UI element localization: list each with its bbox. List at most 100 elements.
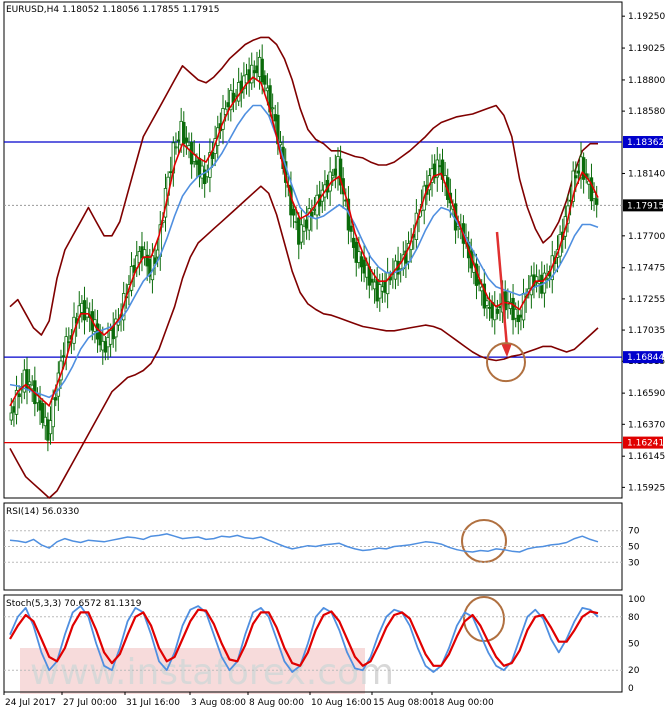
rsi-tick-label-1: 50 xyxy=(628,543,640,553)
candle-193 xyxy=(513,308,518,319)
rsi-header: RSI(14) 56.0330 xyxy=(6,507,79,517)
candle-143 xyxy=(383,280,387,293)
candle-108 xyxy=(291,208,296,216)
candle-36 xyxy=(103,341,108,353)
candle-113 xyxy=(304,219,309,229)
candle-123 xyxy=(331,175,335,179)
candle-29 xyxy=(85,307,89,318)
y-tick-label-10: 1.16590 xyxy=(628,389,665,399)
candle-13 xyxy=(43,416,47,427)
forecast-arrow-head xyxy=(501,343,512,358)
price-tag-label-0: 1.18362 xyxy=(627,138,664,148)
y-tick-label-11: 1.16370 xyxy=(628,420,665,430)
y-tick-label-12: 1.16145 xyxy=(628,452,665,462)
candle-38 xyxy=(108,330,113,345)
candle-217 xyxy=(576,170,581,174)
candle-224 xyxy=(594,198,599,205)
candle-95 xyxy=(257,56,262,77)
bollinger-upper xyxy=(9,36,598,336)
candle-182 xyxy=(485,300,489,306)
y-tick-label-8: 1.17035 xyxy=(628,326,665,336)
candle-63 xyxy=(174,146,178,149)
candle-196 xyxy=(521,293,526,321)
candle-138 xyxy=(370,278,374,283)
candle-64 xyxy=(176,139,181,142)
candle-140 xyxy=(375,278,379,302)
candle-136 xyxy=(365,264,369,278)
stoch-tick-label-2: 50 xyxy=(628,640,640,650)
candle-37 xyxy=(106,337,110,348)
candle-51 xyxy=(142,249,147,258)
x-tick-label-4: 8 Aug 00:00 xyxy=(249,698,304,708)
y-tick-label-13: 1.15925 xyxy=(628,483,665,493)
candle-194 xyxy=(516,314,520,323)
panel-frame-0 xyxy=(3,1,623,499)
y-tick-label-3: 1.18580 xyxy=(628,107,665,117)
price-tag-label-3: 1.16241 xyxy=(627,439,664,449)
price-tag-label-2: 1.16844 xyxy=(627,353,664,363)
candle-16 xyxy=(51,398,55,428)
x-tick-label-1: 27 Jul 00:00 xyxy=(63,698,117,708)
x-tick-label-7: 18 Aug 00:00 xyxy=(433,698,494,708)
candle-14 xyxy=(46,419,50,441)
candle-111 xyxy=(299,224,304,243)
candle-98 xyxy=(265,87,270,92)
candle-72 xyxy=(197,157,202,177)
candle-65 xyxy=(179,120,183,146)
x-tick-label-6: 15 Aug 08:00 xyxy=(373,698,434,708)
candle-67 xyxy=(184,137,189,143)
candle-187 xyxy=(498,306,502,308)
y-tick-label-1: 1.19025 xyxy=(628,44,665,54)
candle-205 xyxy=(545,277,549,280)
candle-130 xyxy=(349,225,353,232)
candle-125 xyxy=(336,156,340,179)
rsi-tick-label-2: 30 xyxy=(628,558,640,568)
y-tick-label-5: 1.17700 xyxy=(628,232,665,242)
bollinger-bands xyxy=(9,36,599,499)
chart-canvas: www.instaforex.com 1.19250 1.19025 1.18800… xyxy=(3,1,665,708)
rsi-panel xyxy=(4,530,622,563)
candle-124 xyxy=(333,168,338,176)
watermark: www.instaforex.com xyxy=(20,648,394,694)
candle-35 xyxy=(101,340,105,351)
rsi-line xyxy=(9,533,599,553)
stoch-tick-label-1: 80 xyxy=(628,613,640,623)
candle-1 xyxy=(12,406,16,413)
candle-12 xyxy=(40,403,45,423)
candle-110 xyxy=(297,217,301,245)
candle-73 xyxy=(200,165,204,179)
y-tick-label-2: 1.18800 xyxy=(628,76,665,86)
candle-144 xyxy=(385,272,390,295)
y-tick-label-4: 1.18140 xyxy=(628,169,665,179)
candle-192 xyxy=(511,297,515,321)
candle-135 xyxy=(362,259,366,274)
candle-195 xyxy=(519,314,523,318)
candle-112 xyxy=(302,225,306,232)
candle-186 xyxy=(495,308,500,314)
candle-17 xyxy=(54,397,58,401)
y-tick-label-6: 1.17475 xyxy=(628,264,665,274)
candle-61 xyxy=(169,171,173,174)
candle-133 xyxy=(357,251,361,263)
candle-142 xyxy=(380,286,385,292)
candle-100 xyxy=(270,107,275,110)
candle-101 xyxy=(273,114,277,122)
candle-131 xyxy=(351,237,356,248)
candle-0 xyxy=(9,412,14,421)
candle-141 xyxy=(378,284,382,299)
candle-94 xyxy=(255,65,259,74)
candle-185 xyxy=(493,305,497,321)
stoch-header: Stoch(5,3,3) 70.6572 81.1319 xyxy=(6,599,142,609)
price-tag-label-1: 1.17915 xyxy=(627,201,664,211)
candle-34 xyxy=(98,331,102,346)
rsi-circle xyxy=(461,519,507,563)
stoch-tick-label-3: 20 xyxy=(628,666,640,676)
candle-75 xyxy=(205,171,210,178)
candle-90 xyxy=(244,74,249,84)
candle-109 xyxy=(294,220,298,223)
candle-164 xyxy=(438,165,442,168)
candle-8 xyxy=(30,384,34,390)
main-header: EURUSD,H4 1.18052 1.18056 1.17855 1.1791… xyxy=(6,5,219,15)
candle-132 xyxy=(354,241,358,263)
stoch-tick-label-0: 100 xyxy=(628,595,645,605)
